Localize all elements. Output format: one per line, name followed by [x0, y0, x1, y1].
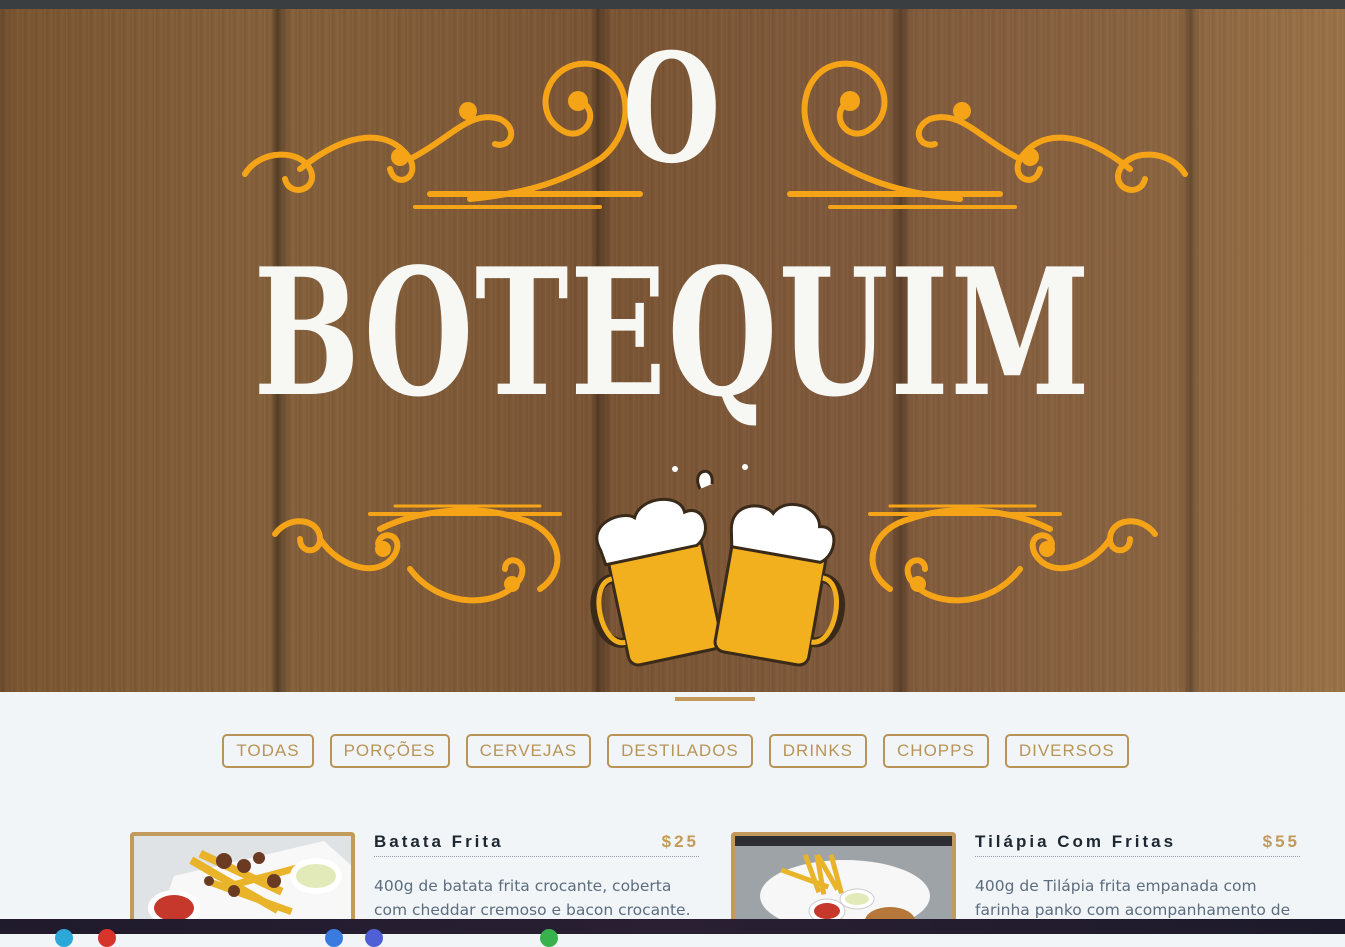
section-divider	[675, 697, 755, 701]
taskbar-app-icon[interactable]	[55, 929, 73, 947]
os-taskbar	[0, 919, 1345, 934]
taskbar-app-icon[interactable]	[98, 929, 116, 947]
item-photo	[130, 832, 355, 932]
item-price: $25	[661, 832, 699, 851]
filter-destilados-button[interactable]: DESTILADOS	[607, 734, 753, 768]
menu-item: Batata Frita $25 400g de batata frita cr…	[130, 832, 700, 932]
filter-diversos-button[interactable]: DIVERSOS	[1004, 734, 1129, 768]
item-description: 400g de Tilápia frita empanada com farin…	[975, 877, 1291, 919]
filter-cervejas-button[interactable]: CERVEJAS	[465, 734, 592, 768]
item-description: 400g de batata frita crocante, coberta c…	[374, 877, 691, 919]
item-name: Tilápia Com Fritas	[975, 832, 1177, 851]
item-name: Batata Frita	[374, 832, 504, 851]
filter-porcoes-button[interactable]: PORÇÕES	[329, 734, 450, 768]
logo-title: BOTEQUIM	[253, 231, 1092, 436]
menu-item: Tilápia Com Fritas $55 400g de Tilápia f…	[731, 832, 1301, 932]
item-header: Tilápia Com Fritas $55	[975, 832, 1300, 857]
filter-chopps-button[interactable]: CHOPPS	[883, 734, 989, 768]
category-filters: TODAS PORÇÕES CERVEJAS DESTILADOS DRINKS…	[0, 734, 1345, 768]
taskbar-app-icon[interactable]	[540, 929, 558, 947]
item-photo	[731, 832, 956, 932]
filter-drinks-button[interactable]: DRINKS	[768, 734, 868, 768]
browser-top-bar	[0, 0, 1345, 9]
item-price: $55	[1262, 832, 1300, 851]
filter-todas-button[interactable]: TODAS	[222, 734, 314, 768]
item-header: Batata Frita $25	[374, 832, 699, 857]
hero-banner: O BOTEQUIM	[0, 9, 1345, 692]
logo-letter-o: O	[622, 21, 723, 197]
taskbar-app-icon[interactable]	[365, 929, 383, 947]
beer-mugs-icon	[590, 464, 845, 667]
taskbar-app-icon[interactable]	[325, 929, 343, 947]
